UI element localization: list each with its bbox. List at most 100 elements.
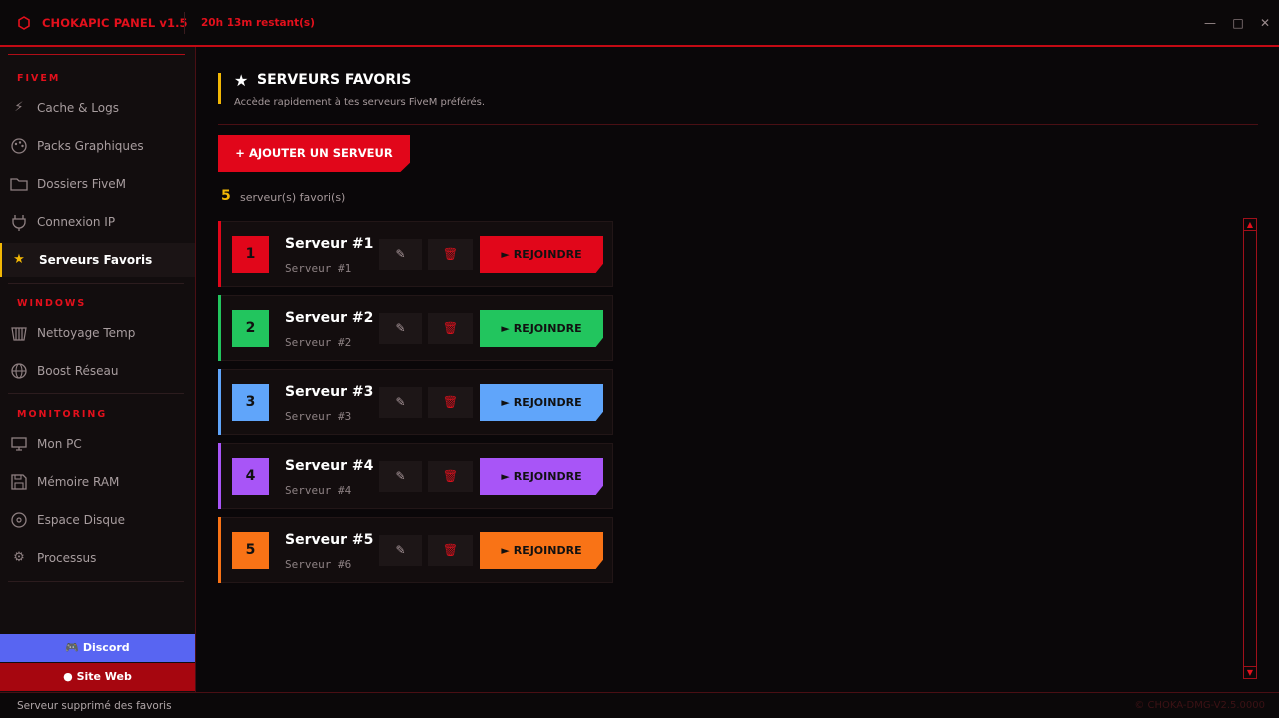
server-index-badge: 5 bbox=[232, 532, 269, 569]
title-bar: CHOKAPIC PANEL v1.5 20h 13m restant(s) —… bbox=[0, 0, 1279, 47]
join-button[interactable]: ► REJOINDRE bbox=[480, 532, 603, 569]
section-fivem: FIVEM bbox=[17, 73, 61, 84]
server-card: 3 Serveur #3 Serveur #3 ✎ 🗑 ► REJOINDRE bbox=[218, 369, 613, 435]
sidebar-item-label: Connexion IP bbox=[37, 215, 116, 229]
sidebar-item-serveurs-favoris[interactable]: ★ Serveurs Favoris bbox=[0, 243, 195, 277]
server-card: 2 Serveur #2 Serveur #2 ✎ 🗑 ► REJOINDRE bbox=[218, 295, 613, 361]
server-color-bar bbox=[218, 295, 221, 361]
add-server-button[interactable]: + AJOUTER UN SERVEUR bbox=[218, 135, 410, 172]
server-name: Serveur #4 bbox=[285, 458, 374, 474]
website-label: Site Web bbox=[76, 670, 132, 683]
server-card: 5 Serveur #5 Serveur #6 ✎ 🗑 ► REJOINDRE bbox=[218, 517, 613, 583]
join-button[interactable]: ► REJOINDRE bbox=[480, 310, 603, 347]
sidebar-divider bbox=[8, 393, 184, 394]
edit-button[interactable]: ✎ bbox=[379, 387, 422, 418]
server-card: 4 Serveur #4 Serveur #4 ✎ 🗑 ► REJOINDRE bbox=[218, 443, 613, 509]
trash-icon: 🗑 bbox=[442, 543, 459, 557]
section-windows: WINDOWS bbox=[17, 298, 87, 309]
delete-button[interactable]: 🗑 bbox=[428, 535, 473, 566]
server-color-bar bbox=[218, 369, 221, 435]
join-label: REJOINDRE bbox=[513, 544, 582, 557]
play-icon: ► bbox=[501, 322, 510, 335]
pencil-icon: ✎ bbox=[395, 321, 406, 335]
sidebar-item-label: Boost Réseau bbox=[37, 364, 119, 378]
sidebar-item-memoire-ram[interactable]: Mémoire RAM bbox=[0, 465, 195, 499]
title-separator bbox=[184, 12, 185, 34]
sidebar-item-packs-graphiques[interactable]: Packs Graphiques bbox=[0, 129, 195, 163]
delete-button[interactable]: 🗑 bbox=[428, 313, 473, 344]
sidebar: FIVEM ⚡ Cache & Logs Packs Graphiques Do… bbox=[0, 47, 196, 692]
scroll-down-icon[interactable]: ▼ bbox=[1244, 666, 1256, 678]
floppy-icon bbox=[11, 474, 27, 490]
close-button[interactable]: ✕ bbox=[1256, 14, 1274, 32]
page-divider bbox=[218, 124, 1258, 125]
sidebar-item-connexion-ip[interactable]: Connexion IP bbox=[0, 205, 195, 239]
server-index-badge: 4 bbox=[232, 458, 269, 495]
server-address: Serveur #2 bbox=[285, 336, 352, 349]
sidebar-item-label: Dossiers FiveM bbox=[37, 177, 127, 191]
minimize-button[interactable]: — bbox=[1201, 14, 1219, 32]
favorites-count-label: serveur(s) favori(s) bbox=[240, 191, 346, 204]
sidebar-item-nettoyage-temp[interactable]: Nettoyage Temp bbox=[0, 316, 195, 350]
edit-button[interactable]: ✎ bbox=[379, 461, 422, 492]
pencil-icon: ✎ bbox=[395, 247, 406, 261]
join-button[interactable]: ► REJOINDRE bbox=[480, 236, 603, 273]
trash-icon: 🗑 bbox=[442, 395, 459, 409]
website-button[interactable]: ● Site Web bbox=[0, 663, 195, 691]
delete-button[interactable]: 🗑 bbox=[428, 387, 473, 418]
delete-button[interactable]: 🗑 bbox=[428, 239, 473, 270]
discord-button[interactable]: 🎮 Discord bbox=[0, 634, 195, 662]
star-icon: ★ bbox=[13, 252, 25, 267]
sidebar-item-label: Mémoire RAM bbox=[37, 475, 120, 489]
play-icon: ► bbox=[501, 396, 510, 409]
sidebar-item-mon-pc[interactable]: Mon PC bbox=[0, 427, 195, 461]
computer-icon bbox=[11, 437, 27, 451]
plug-icon bbox=[12, 215, 26, 231]
disk-icon bbox=[11, 512, 27, 528]
page-title-accent bbox=[218, 73, 221, 104]
trash-basket-icon bbox=[11, 327, 27, 341]
sidebar-item-cache-logs[interactable]: ⚡ Cache & Logs bbox=[0, 91, 195, 125]
server-index-badge: 2 bbox=[232, 310, 269, 347]
add-server-label: AJOUTER UN SERVEUR bbox=[248, 146, 393, 160]
edit-button[interactable]: ✎ bbox=[379, 535, 422, 566]
page-title: SERVEURS FAVORIS bbox=[257, 72, 412, 88]
sidebar-item-label: Mon PC bbox=[37, 437, 82, 451]
join-button[interactable]: ► REJOINDRE bbox=[480, 384, 603, 421]
globe-icon bbox=[11, 363, 27, 379]
sidebar-item-boost-reseau[interactable]: Boost Réseau bbox=[0, 354, 195, 388]
palette-icon bbox=[11, 138, 27, 154]
sidebar-item-processus[interactable]: ⚙ Processus bbox=[0, 541, 195, 575]
scrollbar[interactable]: ▲ ▼ bbox=[1243, 218, 1257, 679]
sidebar-item-dossiers-fivem[interactable]: Dossiers FiveM bbox=[0, 167, 195, 201]
trash-icon: 🗑 bbox=[442, 469, 459, 483]
page-subtitle: Accède rapidement à tes serveurs FiveM p… bbox=[234, 97, 486, 108]
server-color-bar bbox=[218, 221, 221, 287]
discord-icon: 🎮 bbox=[65, 641, 80, 654]
sidebar-item-label: Espace Disque bbox=[37, 513, 126, 527]
sidebar-item-espace-disque[interactable]: Espace Disque bbox=[0, 503, 195, 537]
sidebar-item-label: Processus bbox=[37, 551, 97, 565]
scroll-up-icon[interactable]: ▲ bbox=[1244, 219, 1256, 231]
gear-icon: ⚙ bbox=[13, 550, 25, 565]
server-color-bar bbox=[218, 517, 221, 583]
pencil-icon: ✎ bbox=[395, 395, 406, 409]
pencil-icon: ✎ bbox=[395, 469, 406, 483]
maximize-button[interactable]: □ bbox=[1229, 14, 1247, 32]
edit-button[interactable]: ✎ bbox=[379, 239, 422, 270]
delete-button[interactable]: 🗑 bbox=[428, 461, 473, 492]
app-title: CHOKAPIC PANEL v1.5 bbox=[42, 16, 188, 30]
favorites-count: 5 bbox=[221, 188, 231, 204]
server-address: Serveur #6 bbox=[285, 558, 352, 571]
join-button[interactable]: ► REJOINDRE bbox=[480, 458, 603, 495]
trash-icon: 🗑 bbox=[442, 247, 459, 261]
plus-icon: + bbox=[235, 146, 245, 160]
play-icon: ► bbox=[501, 470, 510, 483]
sidebar-item-label: Packs Graphiques bbox=[37, 139, 144, 153]
sidebar-item-label: Serveurs Favoris bbox=[39, 253, 153, 267]
edit-button[interactable]: ✎ bbox=[379, 313, 422, 344]
app-logo-icon bbox=[18, 16, 30, 30]
server-address: Serveur #1 bbox=[285, 262, 352, 275]
sidebar-item-label: Cache & Logs bbox=[37, 101, 119, 115]
pencil-icon: ✎ bbox=[395, 543, 406, 557]
